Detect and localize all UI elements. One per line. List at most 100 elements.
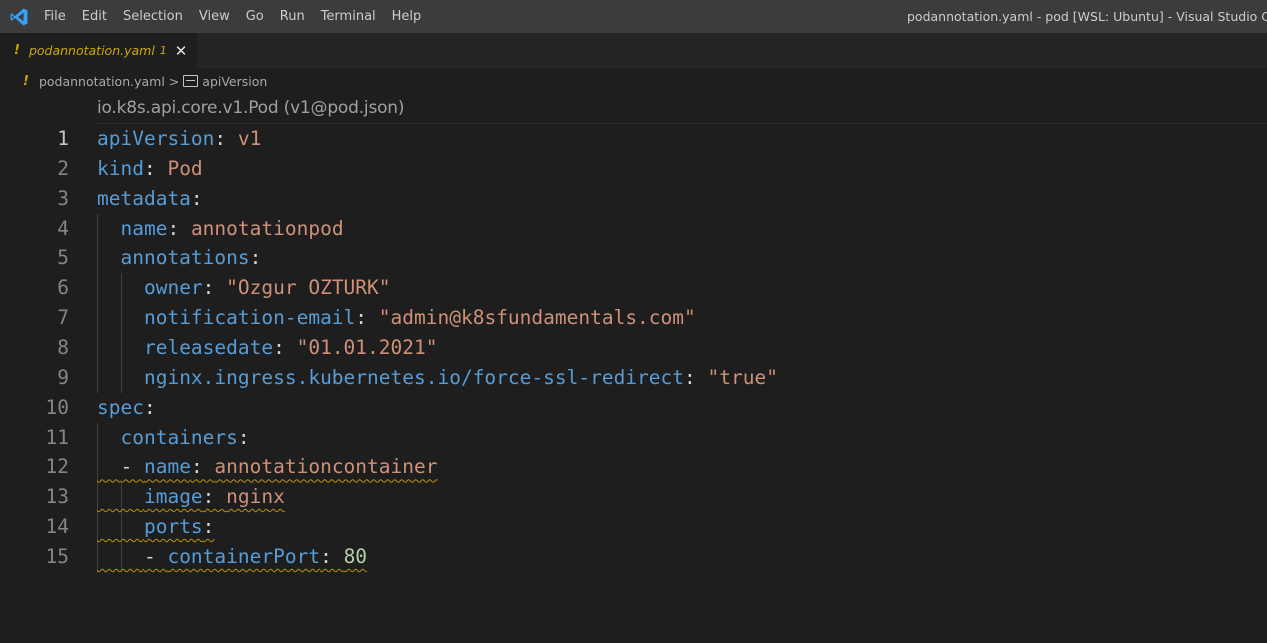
line-number: 3 [57,186,69,210]
code-content: - name: annotationcontainer [97,452,437,482]
window-title: podannotation.yaml - pod [WSL: Ubuntu] -… [907,9,1267,24]
yaml-colon: : [249,246,262,270]
yaml-key: apiVersion [97,127,215,150]
yaml-colon: : [202,515,215,539]
line-number: 9 [57,365,69,389]
yaml-key: owner [143,276,203,300]
code-content: name: annotationpod [97,214,344,244]
tab-podannotation[interactable]: ! podannotation.yaml 1 ✕ [0,33,198,68]
yaml-key: image [143,485,203,509]
yaml-value: nginx [226,485,285,509]
yaml-value: annotationcontainer [214,455,438,479]
menu-item-view[interactable]: View [191,0,238,33]
code-content: nginx.ingress.kubernetes.io/force-ssl-re… [97,363,778,393]
code-line[interactable]: 8 releasedate: "01.01.2021" [0,332,1267,363]
code-line[interactable]: 13 image: nginx [0,482,1267,513]
code-content: releasedate: "01.01.2021" [97,333,438,363]
warning-icon: ! [23,73,29,89]
code-content: owner: "Ozgur OZTURK" [97,273,391,303]
code-line[interactable]: 14 ports: [0,512,1267,543]
code-line[interactable]: 15 - containerPort: 80 [0,541,1267,572]
symbol-key-icon [183,75,199,87]
yaml-colon: : [355,306,379,330]
breadcrumb-file[interactable]: podannotation.yaml [39,74,165,89]
code-line[interactable]: 1 apiVersion: v1 [0,124,1267,154]
yaml-key: ports [143,515,203,539]
line-number: 4 [57,216,69,240]
schema-codelens[interactable]: io.k8s.api.core.v1.Pod (v1@pod.json) [97,98,405,118]
line-number: 11 [45,425,69,449]
yaml-key: spec [97,395,144,419]
menu-item-go[interactable]: Go [238,0,272,33]
yaml-value: "admin@k8sfundamentals.com" [378,306,696,330]
menu-item-help[interactable]: Help [384,0,430,33]
code-content: metadata: [97,184,203,214]
yaml-colon: : [202,276,227,300]
yaml-value: "01.01.2021" [296,335,438,359]
line-number: 14 [45,515,69,539]
code-content: spec: [97,393,156,423]
yaml-colon: : [143,395,156,419]
yaml-key: nginx.ingress.kubernetes.io/force-ssl-re… [143,365,685,389]
line-number: 15 [45,544,69,568]
line-number: 13 [45,485,69,509]
yaml-value: "true" [707,365,778,389]
yaml-key: notification-email [143,306,356,330]
yaml-key: metadata [97,186,191,210]
title-bar: File Edit Selection View Go Run Terminal Help p… [0,0,1267,33]
code-line[interactable]: 12 - name: annotationcontainer [0,452,1267,483]
yaml-colon: : [202,485,227,509]
menu-item-terminal[interactable]: Terminal [313,0,384,33]
yaml-colon: : [320,544,344,568]
yaml-value: "Ozgur OZTURK" [226,276,391,300]
line-number: 2 [57,156,69,180]
menu-item-edit[interactable]: Edit [74,0,115,33]
code-content: kind: Pod [97,154,203,184]
line-number: 8 [57,335,69,359]
yaml-value: 80 [343,544,368,568]
yaml-value: Pod [167,156,203,180]
yaml-colon: : [237,425,250,449]
yaml-colon: : [214,127,238,150]
menu-item-selection[interactable]: Selection [115,0,191,33]
yaml-key: name [120,216,168,240]
code-line[interactable]: 7 notification-email: "admin@k8sfundamen… [0,303,1267,334]
code-line[interactable]: 4 name: annotationpod [0,213,1267,244]
yaml-colon: : [190,186,203,210]
code-line[interactable]: 10 spec: [0,393,1267,423]
code-line[interactable]: 5 annotations: [0,243,1267,274]
list-dash: - [120,455,144,479]
yaml-key: containers [120,425,238,449]
code-line[interactable]: 11 containers: [0,422,1267,453]
code-editor[interactable]: 1 apiVersion: v1 2 kind: Pod 3 metadata: 4 nam… [0,124,1267,584]
yaml-colon: : [167,216,191,240]
line-number: 1 [57,127,69,150]
code-content: annotations: [97,243,261,273]
menu-item-file[interactable]: File [36,0,74,33]
yaml-colon: : [190,455,215,479]
vscode-window: File Edit Selection View Go Run Terminal Help p… [0,0,1267,643]
tab-bar: ! podannotation.yaml 1 ✕ [0,33,1267,68]
code-content: image: nginx [97,482,285,512]
yaml-colon: : [273,335,297,359]
code-line[interactable]: 6 owner: "Ozgur OZTURK" [0,273,1267,304]
yaml-colon: : [684,365,708,389]
line-number: 12 [45,455,69,479]
breadcrumb-symbol[interactable]: apiVersion [202,74,267,89]
menu-item-run[interactable]: Run [272,0,313,33]
line-number: 6 [57,276,69,300]
yaml-value: annotationpod [190,216,344,240]
code-content: apiVersion: v1 [97,124,261,154]
code-content: - containerPort: 80 [97,542,367,572]
line-number: 7 [57,306,69,330]
code-line[interactable]: 9 nginx.ingress.kubernetes.io/force-ssl-… [0,362,1267,393]
close-icon[interactable]: ✕ [175,42,188,60]
code-content: containers: [97,423,250,453]
code-line[interactable]: 3 metadata: [0,184,1267,214]
code-line[interactable]: 2 kind: Pod [0,154,1267,184]
menu-bar: File Edit Selection View Go Run Terminal Help [36,0,429,33]
yaml-value: v1 [237,127,262,150]
problems-count: 1 [159,44,167,57]
yaml-colon: : [143,156,168,180]
code-content: ports: [97,512,214,542]
